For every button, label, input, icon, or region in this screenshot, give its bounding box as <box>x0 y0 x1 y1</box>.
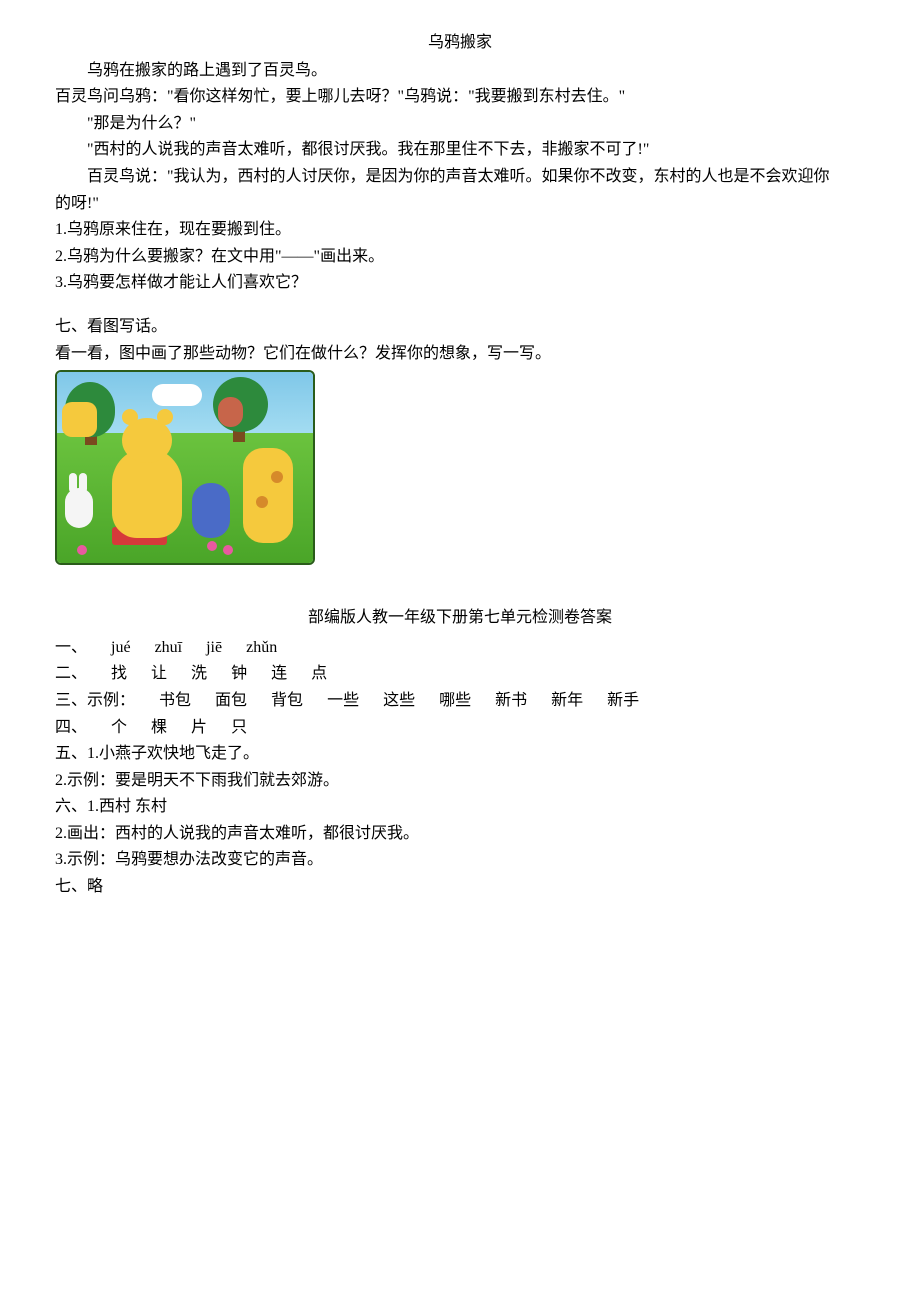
story-p3: "那是为什么？" <box>55 111 865 137</box>
story-p2: 百灵鸟问乌鸦："看你这样匆忙，要上哪儿去呀？"乌鸦说："我要搬到东村去住。" <box>55 84 865 110</box>
story-p5: 百灵鸟说："我认为，西村的人讨厌你，是因为你的声音太难听。如果你不改变，东村的人… <box>55 164 865 190</box>
answer-4-item: 棵 <box>151 719 167 736</box>
answer-4-item: 片 <box>191 719 207 736</box>
answer-3-item: 新手 <box>607 692 639 709</box>
answer-6-1: 六、1.西村 东村 <box>55 794 865 820</box>
section-7-instruction: 看一看，图中画了那些动物？它们在做什么？发挥你的想象，写一写。 <box>55 341 865 367</box>
answer-3-item: 书包 <box>159 692 191 709</box>
answer-3: 三、示例： 书包 面包 背包 一些 这些 哪些 新书 新年 新手 <box>55 688 865 714</box>
answer-1-item: jiē <box>206 639 222 656</box>
animals-picture <box>55 370 315 565</box>
answer-2-label: 二、 <box>55 665 87 682</box>
section-7-heading: 七、看图写话。 <box>55 314 865 340</box>
story-p5b: 的呀!" <box>55 191 865 217</box>
cloud <box>152 384 202 406</box>
answer-3-label: 三、示例： <box>55 692 135 709</box>
answers-title: 部编版人教一年级下册第七单元检测卷答案 <box>55 605 865 631</box>
story-p1: 乌鸦在搬家的路上遇到了百灵鸟。 <box>55 58 865 84</box>
answer-3-item: 这些 <box>383 692 415 709</box>
bear-ear <box>122 409 138 425</box>
answer-6-3: 3.示例：乌鸦要想办法改变它的声音。 <box>55 847 865 873</box>
answer-3-item: 新书 <box>495 692 527 709</box>
answer-2-item: 找 <box>111 665 127 682</box>
answer-1-label: 一、 <box>55 639 87 656</box>
story-title: 乌鸦搬家 <box>55 30 865 56</box>
answer-3-item: 面包 <box>215 692 247 709</box>
answer-1-item: zhuī <box>155 639 183 656</box>
answer-3-item: 新年 <box>551 692 583 709</box>
rabbit-character <box>65 488 93 528</box>
answer-2: 二、 找 让 洗 钟 连 点 <box>55 661 865 687</box>
answer-1: 一、 jué zhuī jiē zhǔn <box>55 635 865 661</box>
answer-1-item: zhǔn <box>246 639 277 656</box>
answer-2-item: 洗 <box>191 665 207 682</box>
answer-4-label: 四、 <box>55 719 87 736</box>
answer-5-2: 2.示例：要是明天不下雨我们就去郊游。 <box>55 768 865 794</box>
cat-character <box>62 402 97 437</box>
question-2: 2.乌鸦为什么要搬家？在文中用"——"画出来。 <box>55 244 865 270</box>
bear-ear <box>157 409 173 425</box>
rabbit-ear <box>69 473 77 493</box>
answer-4: 四、 个 棵 片 只 <box>55 715 865 741</box>
giraffe-character <box>243 448 293 543</box>
answer-6-2: 2.画出：西村的人说我的声音太难听，都很讨厌我。 <box>55 821 865 847</box>
rabbit-ear <box>79 473 87 493</box>
answer-4-item: 个 <box>111 719 127 736</box>
answer-4-item: 只 <box>231 719 247 736</box>
story-p4: "西村的人说我的声音太难听，都很讨厌我。我在那里住不下去，非搬家不可了!" <box>55 137 865 163</box>
answer-3-item: 一些 <box>327 692 359 709</box>
answer-2-item: 让 <box>151 665 167 682</box>
answer-2-item: 点 <box>311 665 327 682</box>
answer-1-item: jué <box>111 639 131 656</box>
answer-5-1: 五、1.小燕子欢快地飞走了。 <box>55 741 865 767</box>
answer-2-item: 钟 <box>231 665 247 682</box>
answer-2-item: 连 <box>271 665 287 682</box>
owl-character <box>218 397 243 427</box>
answer-3-item: 哪些 <box>439 692 471 709</box>
answer-7: 七、略 <box>55 874 865 900</box>
blue-character <box>192 483 230 538</box>
question-3: 3.乌鸦要怎样做才能让人们喜欢它？ <box>55 270 865 296</box>
answer-3-item: 背包 <box>271 692 303 709</box>
question-1: 1.乌鸦原来住在，现在要搬到住。 <box>55 217 865 243</box>
